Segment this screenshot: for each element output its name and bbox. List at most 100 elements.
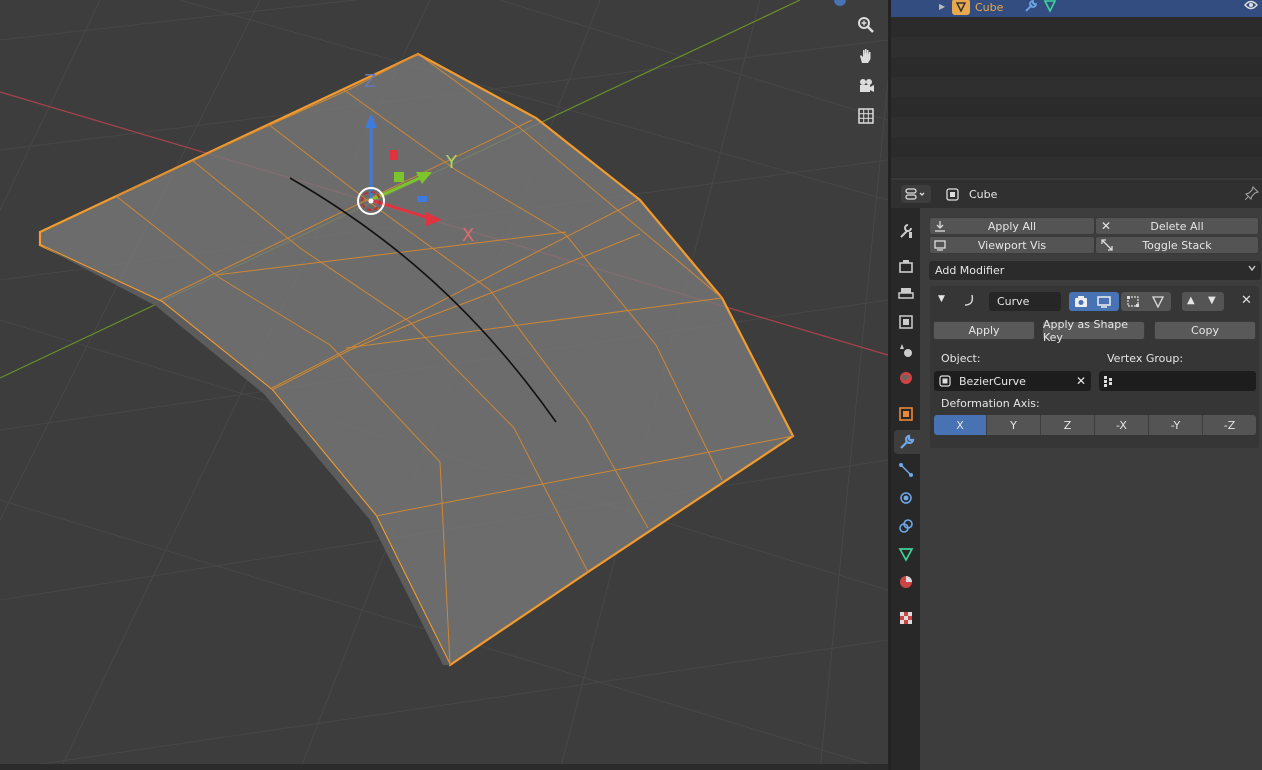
texture-tab-icon[interactable] [894, 606, 918, 630]
pin-icon[interactable] [1244, 185, 1260, 203]
viewport-vis-label: Viewport Vis [977, 238, 1047, 252]
axis-z-button[interactable]: Z [1041, 415, 1095, 435]
zoom-icon[interactable] [853, 12, 879, 38]
close-icon: ✕ [1101, 219, 1112, 233]
camera-render-icon[interactable] [1074, 295, 1088, 311]
viewport-display-icon[interactable] [1097, 295, 1111, 311]
hand-pan-icon[interactable] [853, 43, 879, 69]
clear-object-close-icon[interactable]: ✕ [1076, 374, 1086, 388]
curved-mesh[interactable] [38, 52, 795, 667]
data-tab-icon[interactable] [894, 542, 918, 566]
axis-neg-z-label: -Z [1223, 418, 1236, 432]
expand-arrows-icon [1101, 239, 1113, 254]
tool-tab-icon[interactable] [894, 219, 918, 243]
axis-x-label: X [956, 418, 964, 432]
toggle-stack-button[interactable]: Toggle Stack [1095, 236, 1259, 254]
wrench-icon[interactable] [1024, 0, 1038, 16]
delete-all-label: Delete All [1150, 219, 1204, 233]
physics-tab-icon[interactable] [894, 486, 918, 510]
mesh-data-icon[interactable] [1043, 0, 1057, 16]
move-down-icon[interactable]: ▼ [1208, 295, 1216, 306]
object-square-icon [946, 188, 959, 204]
vertex-group-field[interactable] [1099, 371, 1256, 391]
axis-x-button[interactable]: X [934, 415, 987, 435]
chevron-down-icon [1247, 263, 1257, 276]
axis-neg-x-button[interactable]: -X [1095, 415, 1149, 435]
properties-header: Cube [891, 180, 1262, 208]
apply-button[interactable]: Apply [933, 321, 1035, 340]
remove-modifier-close-icon[interactable]: ✕ [1241, 293, 1252, 308]
render-visibility-group [1069, 292, 1119, 311]
axis-neg-y-button[interactable]: -Y [1149, 415, 1203, 435]
monitor-icon [934, 239, 946, 254]
properties-tabs [891, 208, 920, 770]
axis-y-label: Y [1010, 418, 1017, 432]
axis-y-button[interactable]: Y [987, 415, 1041, 435]
apply-shape-key-label: Apply as Shape Key [1043, 317, 1128, 344]
edit-mode-icon[interactable] [1126, 295, 1140, 311]
outliner[interactable]: ▶ Cube [891, 0, 1262, 178]
download-icon [934, 220, 946, 235]
world-tab-icon[interactable] [894, 366, 918, 390]
scene-tab-icon[interactable] [894, 338, 918, 362]
modifier-tab-icon[interactable] [894, 430, 920, 454]
object-field-value: BezierCurve [959, 374, 1026, 388]
modifier-name: Curve [997, 295, 1030, 308]
move-buttons: ▲ ▼ [1182, 292, 1224, 311]
expand-arrow-icon[interactable]: ▶ [939, 2, 945, 11]
outliner-empty-row [891, 157, 1262, 177]
outliner-empty-row [891, 37, 1262, 57]
eye-icon[interactable] [1244, 0, 1258, 14]
view-layer-tab-icon[interactable] [894, 310, 918, 334]
apply-all-label: Apply All [987, 219, 1037, 233]
add-modifier-dropdown[interactable]: Add Modifier [929, 261, 1261, 280]
axis-neg-x-label: -X [1116, 418, 1127, 432]
apply-label: Apply [968, 324, 1000, 337]
y-axis-label: Y [445, 152, 458, 173]
z-axis-label: Z [364, 71, 376, 92]
apply-all-button[interactable]: Apply All [929, 217, 1095, 235]
axis-neg-y-label: -Y [1170, 418, 1181, 432]
edit-mode-group [1121, 292, 1171, 311]
particles-tab-icon[interactable] [894, 458, 918, 482]
outliner-empty-row [891, 77, 1262, 97]
viewport-scene[interactable]: Z Y X [0, 0, 888, 770]
collapse-arrow-icon[interactable]: ▼ [938, 294, 945, 304]
outliner-object-label[interactable]: Cube [975, 1, 1003, 14]
axis-neg-z-button[interactable]: -Z [1203, 415, 1256, 435]
mesh-object-icon [952, 0, 970, 15]
copy-label: Copy [1191, 324, 1219, 337]
deformation-axis-label: Deformation Axis: [941, 397, 1040, 410]
vertex-group-label: Vertex Group: [1107, 352, 1184, 365]
axis-z-label: Z [1063, 418, 1072, 432]
constraints-tab-icon[interactable] [894, 514, 918, 538]
viewport-vis-button[interactable]: Viewport Vis [929, 236, 1095, 254]
apply-as-shape-key-button[interactable]: Apply as Shape Key [1042, 318, 1145, 344]
x-axis-label: X [462, 225, 474, 246]
object-field[interactable]: BezierCurve ✕ [934, 371, 1091, 391]
vertex-group-icon [1103, 375, 1115, 390]
output-tab-icon[interactable] [894, 282, 918, 306]
outliner-row-cube[interactable]: ▶ Cube [891, 0, 1262, 17]
render-tab-icon[interactable] [894, 254, 918, 278]
3d-viewport[interactable]: Z Y X [0, 0, 888, 770]
curve-modifier-icon [962, 293, 978, 310]
object-square-icon [939, 375, 951, 390]
object-label: Object: [941, 352, 981, 365]
properties-editor[interactable]: Cube Apply All ✕ Delete All Viewport Vis [891, 180, 1262, 770]
material-tab-icon[interactable] [894, 570, 918, 594]
camera-icon[interactable] [853, 73, 879, 99]
viewport-bottom-bar [0, 764, 888, 770]
copy-modifier-button[interactable]: Copy [1154, 321, 1256, 340]
on-cage-icon[interactable] [1151, 295, 1165, 311]
object-tab-icon[interactable] [894, 402, 918, 426]
grid-icon[interactable] [853, 103, 879, 129]
toggle-stack-label: Toggle Stack [1142, 238, 1212, 252]
editor-type-icon[interactable] [901, 185, 931, 203]
header-object-name: Cube [969, 188, 998, 201]
move-up-icon[interactable]: ▲ [1187, 295, 1195, 306]
modifier-name-field[interactable]: Curve [989, 292, 1061, 311]
delete-all-button[interactable]: ✕ Delete All [1095, 217, 1259, 235]
add-modifier-label: Add Modifier [935, 264, 1005, 277]
outliner-empty-row [891, 117, 1262, 137]
